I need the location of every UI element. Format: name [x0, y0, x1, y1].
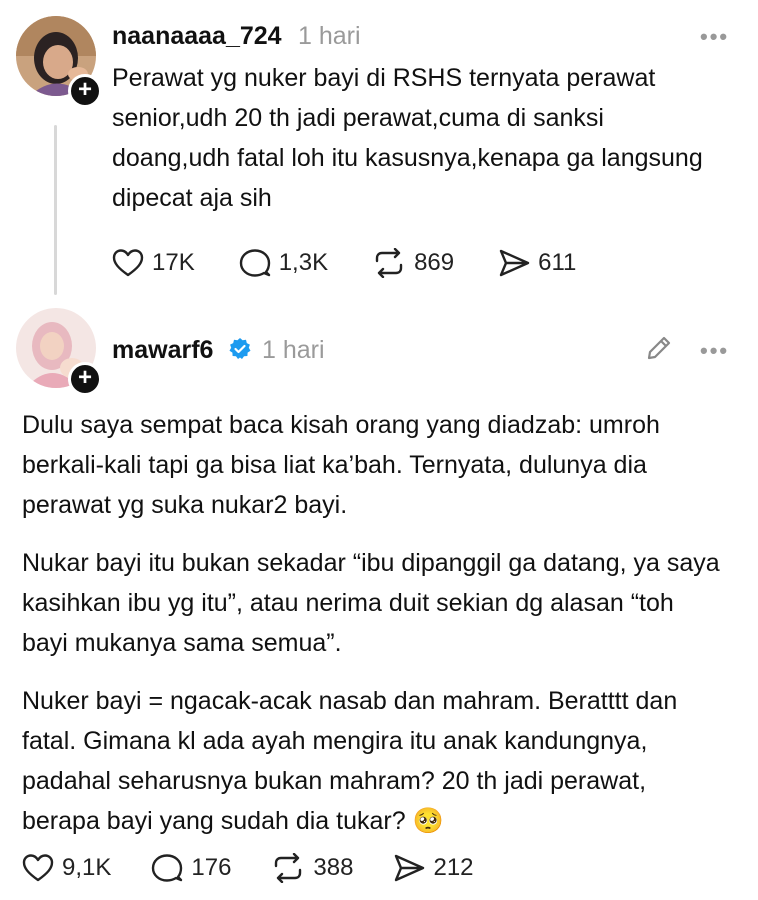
repost-icon: [375, 248, 403, 278]
comment-icon: [152, 854, 183, 882]
reply-button[interactable]: 1,3K: [239, 248, 328, 278]
repost-button[interactable]: 869: [372, 248, 454, 278]
edit-icon[interactable]: [645, 334, 673, 362]
share-count: 611: [538, 249, 577, 276]
paragraph-2: Nukar bayi itu bukan sekadar “ibu dipang…: [22, 549, 720, 657]
repost-button[interactable]: 388: [271, 853, 353, 883]
paragraph-1: Dulu saya sempat baca kisah orang yang d…: [22, 411, 660, 519]
post-actions: 9,1K 176 388 212: [22, 853, 518, 883]
share-button[interactable]: 212: [393, 853, 474, 883]
share-icon: [499, 249, 530, 277]
post-naanaaaa: + naanaaaa_724 1 hari ••• Perawat yg nuk…: [0, 0, 758, 300]
post-text: Perawat yg nuker bayi di RSHS ternyata p…: [112, 64, 703, 212]
more-icon[interactable]: •••: [700, 338, 729, 364]
post-time: 1 hari: [262, 336, 325, 364]
reply-count: 176: [191, 854, 232, 881]
post-body: Dulu saya sempat baca kisah orang yang d…: [22, 405, 722, 841]
thread-line: [54, 125, 57, 295]
follow-plus-button[interactable]: +: [68, 74, 102, 108]
share-count: 212: [433, 854, 474, 881]
share-button[interactable]: 611: [498, 248, 576, 278]
follow-plus-button[interactable]: +: [68, 362, 102, 396]
username[interactable]: naanaaaa_724: [112, 22, 282, 51]
like-count: 9,1K: [62, 854, 112, 881]
reply-count: 1,3K: [278, 249, 329, 276]
post-mawarf6: + mawarf6 1 hari ••• Dulu saya sempat ba…: [0, 300, 758, 900]
like-button[interactable]: 9,1K: [22, 853, 111, 883]
paragraph-3: Nuker bayi = ngacak-acak nasab dan mahra…: [22, 687, 678, 835]
post-actions: 17K 1,3K 869 611: [112, 248, 620, 278]
repost-count: 388: [313, 854, 354, 881]
heart-icon: [112, 249, 144, 277]
repost-count: 869: [414, 249, 455, 276]
post-time: 1 hari: [298, 22, 361, 50]
repost-icon: [275, 853, 302, 883]
verified-icon: [229, 338, 251, 359]
heart-icon: [22, 854, 54, 882]
username[interactable]: mawarf6: [112, 336, 213, 365]
like-button[interactable]: 17K: [112, 248, 195, 278]
share-icon: [395, 854, 425, 882]
like-count: 17K: [152, 249, 195, 276]
reply-button[interactable]: 176: [151, 853, 231, 883]
comment-icon: [239, 249, 270, 277]
more-icon[interactable]: •••: [700, 24, 729, 50]
